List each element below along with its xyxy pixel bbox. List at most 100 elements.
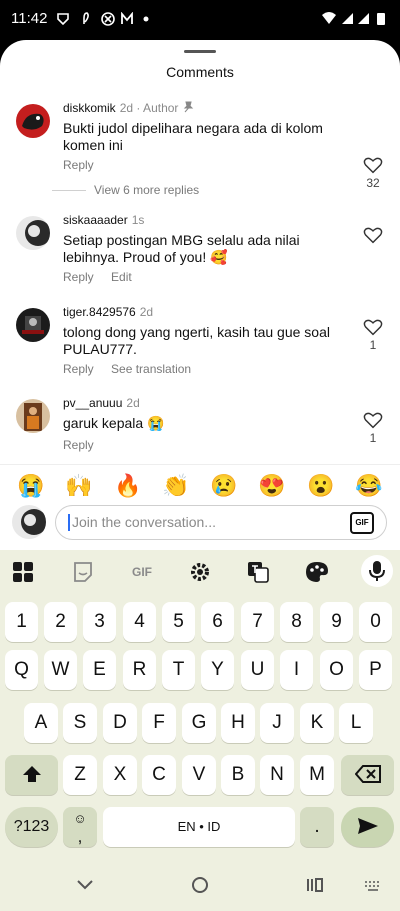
emoji-button[interactable]: 🙌 <box>65 473 92 499</box>
avatar[interactable] <box>16 104 50 138</box>
key-1[interactable]: 1 <box>5 602 38 642</box>
comment-actions: Reply See translation <box>63 362 205 376</box>
comment-header: diskkomik 2d · Author <box>63 101 194 115</box>
space-key[interactable]: EN • ID <box>103 807 295 847</box>
like-heart-icon[interactable] <box>363 411 383 429</box>
comment-header: siskaaaader 1s <box>63 213 144 227</box>
key-l[interactable]: L <box>339 703 373 743</box>
key-i[interactable]: I <box>280 650 313 690</box>
sticker-icon[interactable] <box>70 561 96 583</box>
emoji-button[interactable]: 😂 <box>355 473 382 499</box>
key-t[interactable]: T <box>162 650 195 690</box>
shift-key[interactable] <box>5 755 58 795</box>
key-f[interactable]: F <box>142 703 176 743</box>
gif-button[interactable]: GIF <box>350 512 374 534</box>
username[interactable]: diskkomik <box>63 101 116 115</box>
translate-icon[interactable] <box>245 561 271 583</box>
backspace-icon <box>354 765 381 783</box>
key-p[interactable]: P <box>359 650 392 690</box>
avatar[interactable] <box>16 399 50 433</box>
key-w[interactable]: W <box>44 650 77 690</box>
key-z[interactable]: Z <box>63 755 97 795</box>
key-a[interactable]: A <box>24 703 58 743</box>
key-9[interactable]: 9 <box>320 602 353 642</box>
keyboard-switch-icon[interactable] <box>358 872 388 898</box>
palette-icon[interactable] <box>304 561 330 583</box>
key-n[interactable]: N <box>260 755 294 795</box>
key-j[interactable]: J <box>260 703 294 743</box>
username[interactable]: tiger.8429576 <box>63 305 136 319</box>
emoji-button[interactable]: 👏 <box>162 473 189 499</box>
key-y[interactable]: Y <box>201 650 234 690</box>
notification-icons <box>57 12 149 26</box>
reply-button[interactable]: Reply <box>63 158 94 172</box>
key-q[interactable]: Q <box>5 650 38 690</box>
comment-text: Setiap postingan MBG selalu ada nilai le… <box>63 232 300 265</box>
gear-icon[interactable] <box>187 561 213 583</box>
avatar[interactable] <box>16 216 50 250</box>
emoji-button[interactable]: 😍 <box>258 473 285 499</box>
key-u[interactable]: U <box>241 650 274 690</box>
like-heart-icon[interactable] <box>363 156 383 174</box>
back-icon[interactable] <box>70 872 100 898</box>
key-m[interactable]: M <box>300 755 334 795</box>
key-r[interactable]: R <box>123 650 156 690</box>
avatar[interactable] <box>16 308 50 342</box>
key-4[interactable]: 4 <box>123 602 156 642</box>
key-d[interactable]: D <box>103 703 137 743</box>
key-o[interactable]: O <box>320 650 353 690</box>
period-key[interactable]: . <box>300 807 334 847</box>
key-v[interactable]: V <box>182 755 216 795</box>
symbols-key[interactable]: ?123 <box>5 807 58 847</box>
key-6[interactable]: 6 <box>201 602 234 642</box>
apps-icon[interactable] <box>10 561 36 583</box>
like-heart-icon[interactable] <box>363 318 383 336</box>
shield-icon <box>57 13 69 26</box>
emoji-button[interactable]: 😭 <box>17 473 44 499</box>
recents-icon[interactable] <box>300 872 330 898</box>
username[interactable]: siskaaaader <box>63 213 128 227</box>
like-heart-icon[interactable] <box>363 226 383 244</box>
home-icon[interactable] <box>185 872 215 898</box>
mic-icon[interactable] <box>361 555 393 587</box>
emoji-button[interactable]: 🔥 <box>114 473 141 499</box>
reply-button[interactable]: Reply <box>63 362 94 376</box>
comment-text: Bukti judol dipelihara negara ada di kol… <box>63 120 323 153</box>
edit-button[interactable]: Edit <box>111 270 132 284</box>
key-x[interactable]: X <box>103 755 137 795</box>
clock: 11:42 <box>11 10 48 27</box>
gif-icon[interactable]: GIF <box>125 561 159 583</box>
key-0[interactable]: 0 <box>359 602 392 642</box>
key-h[interactable]: H <box>221 703 255 743</box>
reply-button[interactable]: Reply <box>63 270 94 284</box>
key-2[interactable]: 2 <box>44 602 77 642</box>
keyboard: GIF 1 2 3 4 5 6 7 8 9 0 Q W E R T Y U I … <box>0 550 400 860</box>
key-g[interactable]: G <box>182 703 216 743</box>
wifi-icon <box>322 12 336 24</box>
drag-handle[interactable] <box>184 50 216 53</box>
key-7[interactable]: 7 <box>241 602 274 642</box>
comma-key[interactable]: ☺ , <box>63 807 97 847</box>
key-s[interactable]: S <box>63 703 97 743</box>
key-5[interactable]: 5 <box>162 602 195 642</box>
emoji-button[interactable]: 😢 <box>210 473 237 499</box>
key-k[interactable]: K <box>300 703 334 743</box>
backspace-key[interactable] <box>341 755 394 795</box>
see-translation-button[interactable]: See translation <box>111 362 191 376</box>
key-c[interactable]: C <box>142 755 176 795</box>
key-b[interactable]: B <box>221 755 255 795</box>
my-avatar <box>12 505 46 539</box>
signal-icon <box>358 13 369 24</box>
send-key[interactable] <box>341 807 394 847</box>
comment-input[interactable]: Join the conversation... GIF <box>55 505 387 540</box>
like-count: 32 <box>366 176 380 190</box>
username[interactable]: pv__anuuu <box>63 396 122 410</box>
view-more-replies[interactable]: View 6 more replies <box>52 183 199 197</box>
key-3[interactable]: 3 <box>83 602 116 642</box>
reply-button[interactable]: Reply <box>63 438 94 452</box>
comment-actions: Reply <box>63 158 108 172</box>
emoji-button[interactable]: 😮 <box>307 473 334 499</box>
key-8[interactable]: 8 <box>280 602 313 642</box>
key-e[interactable]: E <box>83 650 116 690</box>
quick-emoji-bar: 😭 🙌 🔥 👏 😢 😍 😮 😂 <box>0 464 400 505</box>
